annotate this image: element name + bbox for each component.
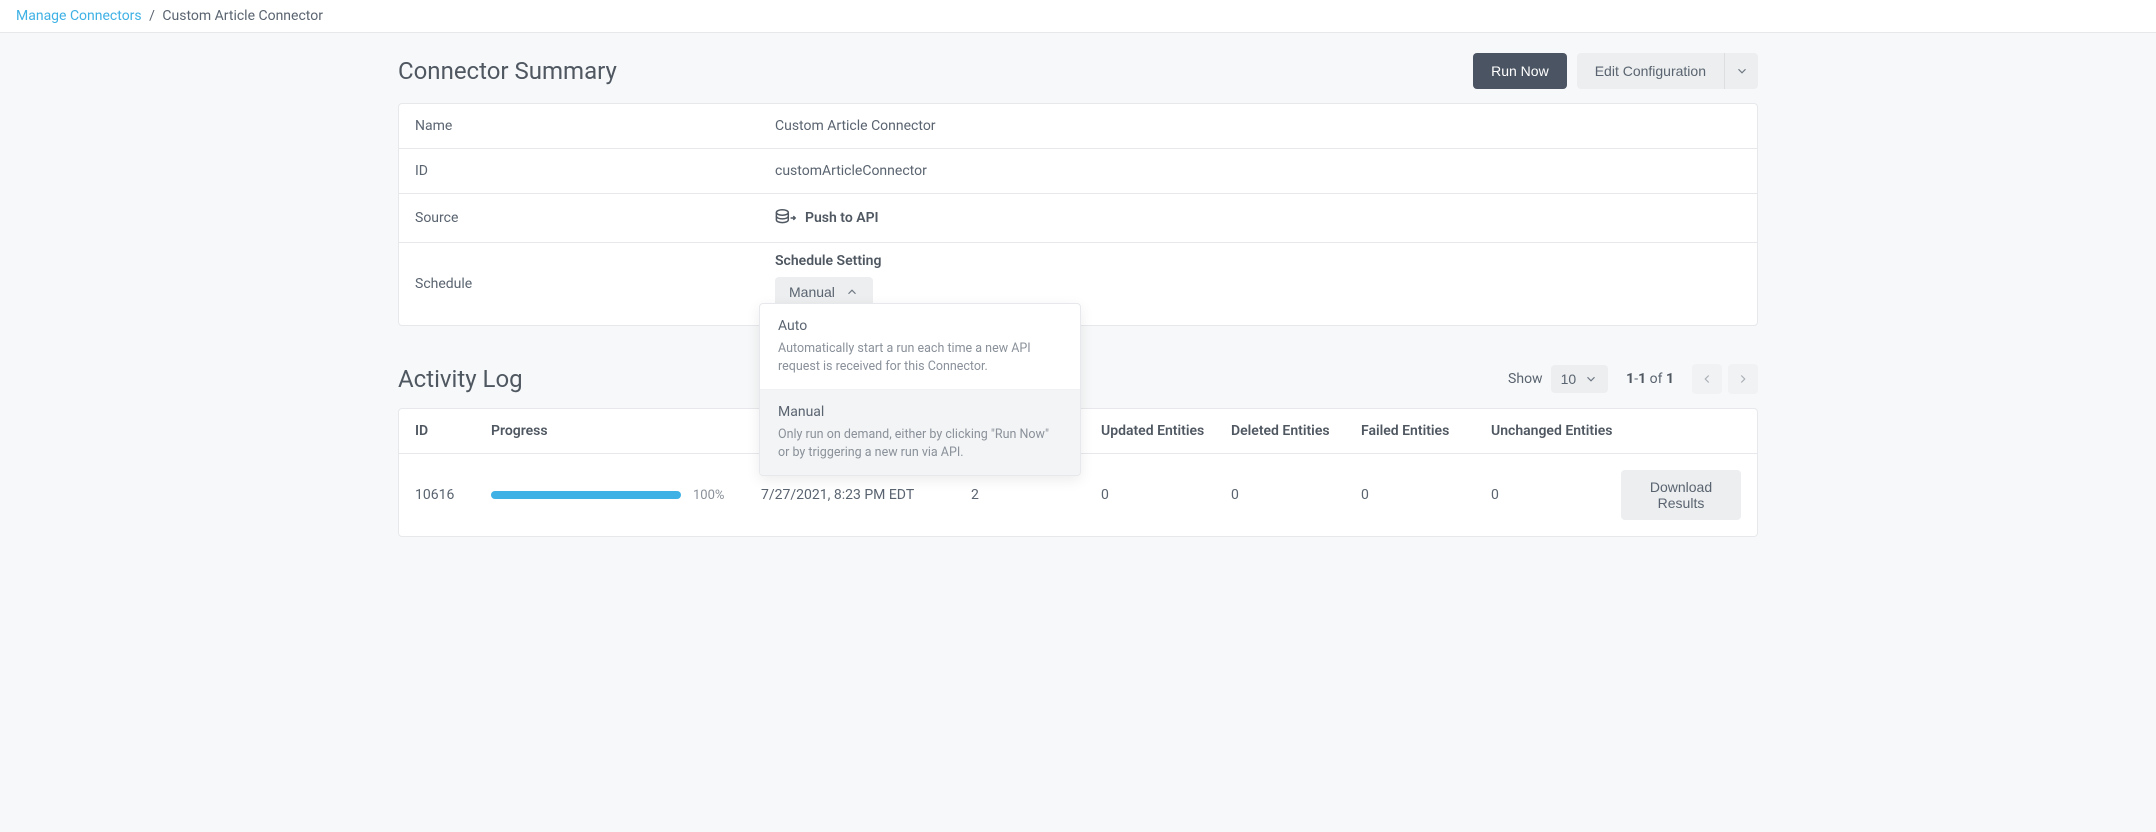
col-header-updated: Updated Entities xyxy=(1101,423,1231,439)
progress-fill xyxy=(491,491,681,499)
download-results-button[interactable]: Download Results xyxy=(1621,470,1741,520)
cell-run-date: 7/27/2021, 8:23 PM EDT xyxy=(761,487,971,503)
run-now-button[interactable]: Run Now xyxy=(1473,53,1567,89)
schedule-option-desc: Automatically start a run each time a ne… xyxy=(778,340,1062,375)
edit-configuration-dropdown-toggle[interactable] xyxy=(1724,53,1758,89)
cell-failed: 0 xyxy=(1361,487,1491,503)
breadcrumb-current: Custom Article Connector xyxy=(162,8,323,24)
summary-source-value: Push to API xyxy=(759,194,1757,242)
chevron-left-icon xyxy=(1700,372,1714,386)
chevron-up-icon xyxy=(845,285,859,299)
schedule-selected-value: Manual xyxy=(789,284,835,300)
page-size-value: 10 xyxy=(1561,371,1577,387)
page-size-select[interactable]: 10 xyxy=(1551,365,1609,393)
col-header-unchanged: Unchanged Entities xyxy=(1491,423,1621,439)
chevron-right-icon xyxy=(1736,372,1750,386)
breadcrumb-separator: / xyxy=(149,8,155,24)
schedule-option-title: Manual xyxy=(778,404,1062,420)
col-header-id: ID xyxy=(415,423,491,439)
cell-updated: 0 xyxy=(1101,487,1231,503)
progress-percent: 100% xyxy=(693,488,724,503)
connector-summary-card: Name Custom Article Connector ID customA… xyxy=(398,103,1758,326)
chevron-down-icon xyxy=(1735,64,1749,78)
prev-page-button[interactable] xyxy=(1692,364,1722,394)
show-label: Show xyxy=(1508,371,1543,387)
summary-source-label: Source xyxy=(399,194,759,242)
summary-name-label: Name xyxy=(399,104,759,148)
cell-unchanged: 0 xyxy=(1491,487,1621,503)
next-page-button[interactable] xyxy=(1728,364,1758,394)
breadcrumb-parent-link[interactable]: Manage Connectors xyxy=(16,8,142,24)
summary-id-label: ID xyxy=(399,149,759,193)
cell-id: 10616 xyxy=(415,487,491,503)
cell-new: 2 xyxy=(971,487,1101,503)
summary-id-value: customArticleConnector xyxy=(759,149,1757,193)
edit-configuration-button[interactable]: Edit Configuration xyxy=(1577,53,1724,89)
progress-bar xyxy=(491,491,681,499)
schedule-dropdown: Auto Automatically start a run each time… xyxy=(759,303,1081,476)
col-header-failed: Failed Entities xyxy=(1361,423,1491,439)
database-icon xyxy=(775,208,797,228)
chevron-down-icon xyxy=(1584,372,1598,386)
col-header-deleted: Deleted Entities xyxy=(1231,423,1361,439)
schedule-option-title: Auto xyxy=(778,318,1062,334)
summary-name-value: Custom Article Connector xyxy=(759,104,1757,148)
schedule-option-auto[interactable]: Auto Automatically start a run each time… xyxy=(760,304,1080,390)
summary-schedule-label: Schedule xyxy=(399,243,759,325)
pagination-range: 1-1 of 1 xyxy=(1626,371,1674,387)
activity-log-title: Activity Log xyxy=(398,365,523,393)
col-header-progress: Progress xyxy=(491,423,761,439)
breadcrumb: Manage Connectors / Custom Article Conne… xyxy=(0,0,2156,33)
schedule-setting-heading: Schedule Setting xyxy=(775,253,1741,269)
schedule-option-manual[interactable]: Manual Only run on demand, either by cli… xyxy=(760,390,1080,475)
cell-deleted: 0 xyxy=(1231,487,1361,503)
summary-source-text: Push to API xyxy=(805,210,879,226)
schedule-option-desc: Only run on demand, either by clicking "… xyxy=(778,426,1062,461)
page-title: Connector Summary xyxy=(398,57,617,85)
